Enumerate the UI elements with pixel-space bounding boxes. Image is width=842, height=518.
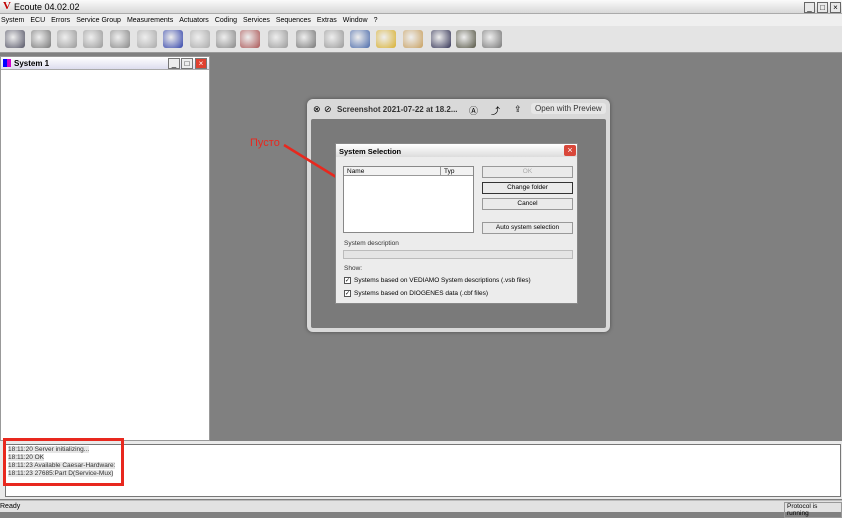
log-panel: 18:11:20 Server initializing... 18:11:20… <box>0 438 842 499</box>
close-icon[interactable]: ⊗ <box>313 104 321 115</box>
menu-bar: System ECU Errors Service Group Measurem… <box>0 14 842 26</box>
log-output[interactable] <box>5 444 841 497</box>
connect-icon[interactable] <box>5 30 25 48</box>
open-with-preview-button[interactable]: Open with Preview <box>531 103 606 114</box>
eye-icon[interactable] <box>240 30 260 48</box>
title-bar: V Ecoute 04.02.02 _ □ × <box>0 0 842 14</box>
vediamo-checkbox-label: Systems based on VEDIAMO System descript… <box>354 277 531 284</box>
system-window-title: System 1 <box>14 59 50 68</box>
minimize-button[interactable]: _ <box>168 58 180 69</box>
folder-edit-icon[interactable] <box>376 30 396 48</box>
tools-icon[interactable] <box>403 30 423 48</box>
restore-button[interactable]: □ <box>817 2 828 13</box>
annotation-highlight-box <box>3 438 124 486</box>
menu-service-group[interactable]: Service Group <box>76 17 121 24</box>
ok-button[interactable]: OK <box>482 166 573 178</box>
dialog-title: System Selection <box>339 147 402 156</box>
car-icon[interactable] <box>163 30 183 48</box>
dialog-close-button[interactable]: × <box>564 145 576 156</box>
auto-system-selection-button[interactable]: Auto system selection <box>482 222 573 234</box>
menu-services[interactable]: Services <box>243 17 270 24</box>
cancel-button[interactable]: Cancel <box>482 198 573 210</box>
system-description-field <box>343 250 573 259</box>
menu-errors[interactable]: Errors <box>51 17 70 24</box>
system-selection-dialog: System Selection × Name Typ OK Change fo… <box>335 143 578 304</box>
window-icon <box>3 59 11 67</box>
system-description-label: System description <box>344 240 399 247</box>
panel-icon[interactable] <box>190 30 210 48</box>
toolbar <box>0 26 842 53</box>
menu-system[interactable]: System <box>1 17 24 24</box>
app-title: Ecoute 04.02.02 <box>14 2 80 12</box>
binoculars-icon[interactable] <box>431 30 451 48</box>
system-window: System 1 _ □ × <box>0 56 210 441</box>
list-icon[interactable] <box>324 30 344 48</box>
show-label: Show: <box>344 265 363 272</box>
close-button[interactable]: × <box>830 2 841 13</box>
vediamo-checkbox[interactable]: ✓ <box>344 277 351 284</box>
diogenes-checkbox[interactable]: ✓ <box>344 290 351 297</box>
maximize-button[interactable]: □ <box>181 58 193 69</box>
preview-title: Screenshot 2021-07-22 at 18.2... <box>337 105 458 114</box>
change-folder-button[interactable]: Change folder <box>482 182 573 194</box>
menu-coding[interactable]: Coding <box>215 17 237 24</box>
menu-sequences[interactable]: Sequences <box>276 17 311 24</box>
status-text: Ready <box>0 503 21 510</box>
menu-actuators[interactable]: Actuators <box>179 17 209 24</box>
close-button[interactable]: × <box>195 58 207 69</box>
plug-remove-icon[interactable] <box>482 30 502 48</box>
plug-icon[interactable] <box>456 30 476 48</box>
menu-extras[interactable]: Extras <box>317 17 337 24</box>
flash-icon[interactable] <box>296 30 316 48</box>
tree-icon[interactable] <box>268 30 288 48</box>
column-typ[interactable]: Typ <box>440 167 454 176</box>
menu-ecu[interactable]: ECU <box>30 17 45 24</box>
folder-icon[interactable] <box>216 30 236 48</box>
disable-icon[interactable]: ⊘ <box>324 104 332 115</box>
rotate-icon[interactable]: ⤴ <box>491 104 500 117</box>
system-list[interactable]: Name Typ <box>343 166 474 233</box>
share-icon[interactable]: ⇪ <box>514 104 522 115</box>
no-check-icon[interactable] <box>83 30 103 48</box>
device-icon[interactable] <box>110 30 130 48</box>
minimize-button[interactable]: _ <box>804 2 815 13</box>
disconnect-icon[interactable] <box>31 30 51 48</box>
menu-measurements[interactable]: Measurements <box>127 17 173 24</box>
table-icon[interactable] <box>350 30 370 48</box>
measure-icon[interactable] <box>137 30 157 48</box>
column-name[interactable]: Name <box>347 168 364 175</box>
protocol-status: Protocol is running <box>784 502 842 518</box>
app-logo: V <box>3 0 11 12</box>
check-icon[interactable] <box>57 30 77 48</box>
status-bar: Ready Protocol is running <box>0 500 842 518</box>
markup-icon[interactable]: Ⓐ <box>469 104 478 117</box>
annotation-label: Пусто <box>250 137 280 149</box>
menu-help[interactable]: ? <box>374 17 378 24</box>
menu-window[interactable]: Window <box>343 17 368 24</box>
diogenes-checkbox-label: Systems based on DIOGENES data (.cbf fil… <box>354 290 489 297</box>
